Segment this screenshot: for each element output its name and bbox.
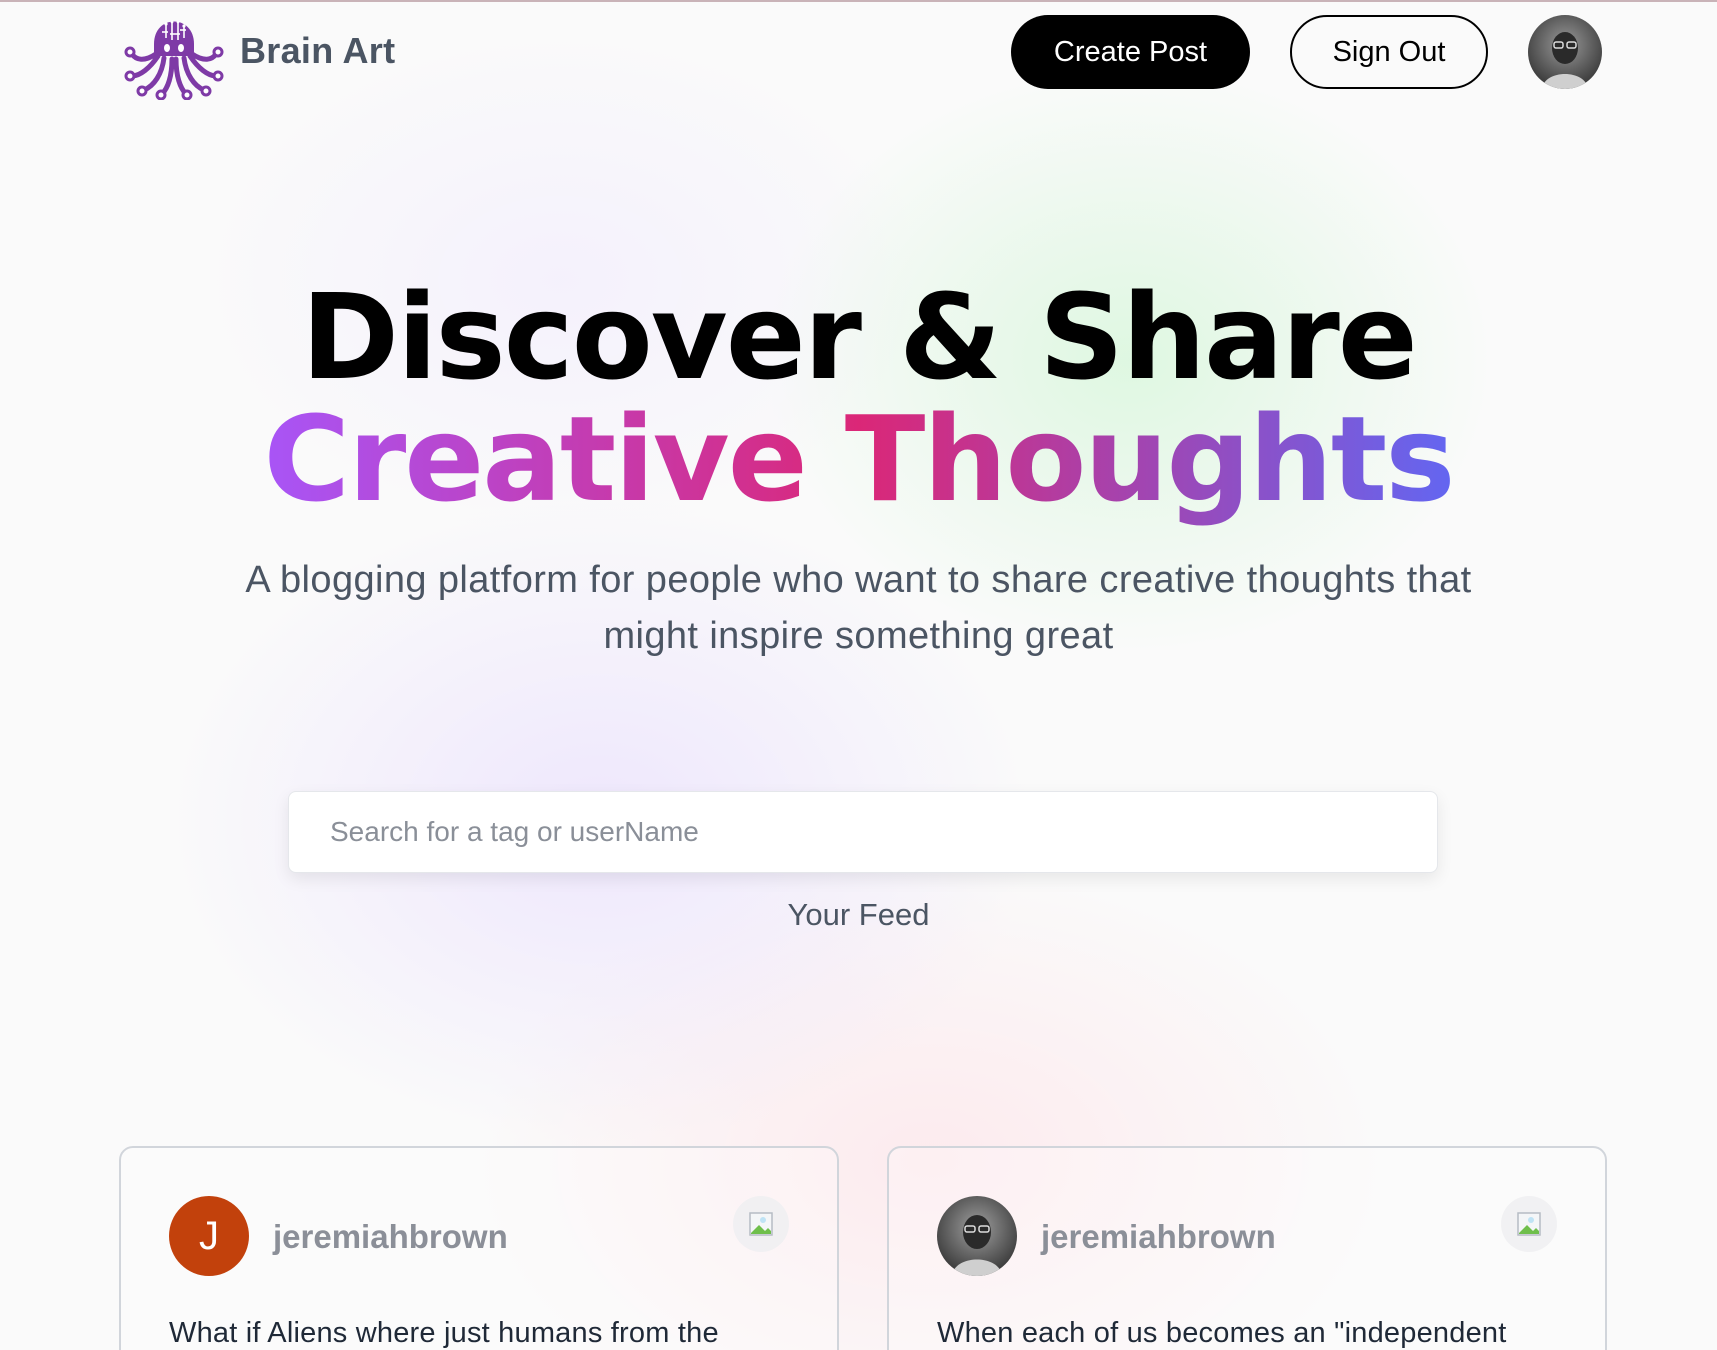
post-content: What if Aliens where just humans from th… [169, 1317, 719, 1349]
post-card: J jeremiahbrown What if Aliens where jus… [119, 1146, 839, 1350]
search-form [288, 791, 1438, 873]
profile-photo-icon [937, 1196, 1017, 1276]
user-avatar[interactable] [1528, 15, 1602, 89]
broken-image-icon [749, 1212, 773, 1236]
create-post-button[interactable]: Create Post [1011, 15, 1250, 89]
post-content: When each of us becomes an "independent [937, 1317, 1507, 1349]
gradient-text: Creative Thoughts [263, 390, 1455, 528]
post-card: jeremiahbrown When each of us becomes an… [887, 1146, 1607, 1350]
hero-title: Discover & Share [301, 268, 1418, 406]
broken-image-icon [1517, 1212, 1541, 1236]
hero-subtitle: A blogging platform for people who want … [245, 559, 1472, 657]
copy-button[interactable] [1501, 1196, 1557, 1252]
feed-label: Your Feed [787, 897, 930, 932]
profile-photo-icon [1528, 15, 1602, 89]
navbar: Brain Art Create Post Sign Out [0, 0, 1717, 104]
hero-title-highlight: Creative Thoughts [0, 392, 1717, 527]
brand-name[interactable]: Brain Art [240, 30, 395, 72]
post-author-avatar[interactable] [937, 1196, 1017, 1276]
octopus-logo-icon[interactable] [122, 4, 226, 100]
sign-out-button[interactable]: Sign Out [1290, 15, 1488, 89]
post-author-username[interactable]: jeremiahbrown [273, 1218, 508, 1256]
post-author-username[interactable]: jeremiahbrown [1041, 1218, 1276, 1256]
search-input[interactable] [289, 792, 1437, 872]
copy-button[interactable] [733, 1196, 789, 1252]
post-author-avatar[interactable]: J [169, 1196, 249, 1276]
